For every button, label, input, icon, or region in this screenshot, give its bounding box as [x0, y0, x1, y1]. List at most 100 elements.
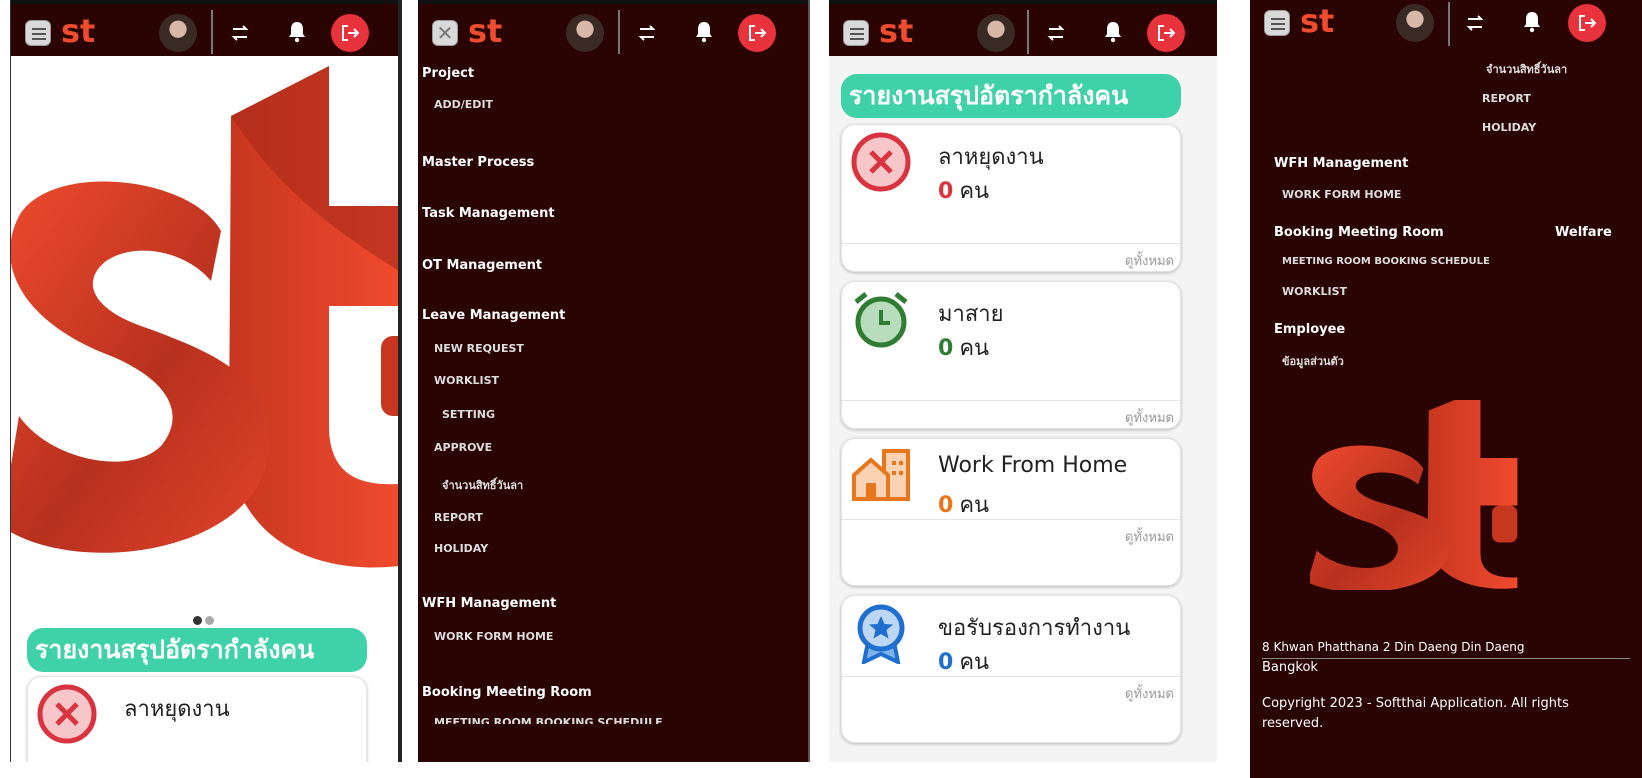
award-badge-icon — [857, 604, 905, 664]
top-bar: st — [829, 0, 1217, 56]
nav-leave-quota[interactable]: จำนวนสิทธิ์วันลา — [442, 476, 523, 494]
report-title: รายงานสรุปอัตรากำลังคน — [849, 81, 1129, 110]
footer-copyright: Copyright 2023 - Softthai Application. A… — [1262, 696, 1569, 711]
nav-booking-worklist[interactable]: WORKLIST — [1282, 285, 1347, 298]
brand-logo-text: st — [1300, 2, 1334, 40]
carousel-indicator[interactable] — [193, 610, 217, 629]
logout-icon — [342, 25, 360, 41]
nav-master-process[interactable]: Master Process — [422, 155, 534, 170]
bell-icon[interactable] — [1102, 20, 1124, 44]
alarm-clock-icon — [854, 292, 908, 348]
menu-toggle-button[interactable] — [1264, 10, 1290, 36]
nav-work-form-home[interactable]: WORK FORM HOME — [434, 630, 553, 643]
brand-logo-icon[interactable]: st — [879, 12, 929, 50]
swap-icon[interactable] — [229, 22, 251, 44]
logout-button[interactable] — [331, 14, 369, 52]
report-title: รายงานสรุปอัตรากำลังคน — [35, 635, 315, 664]
screen-report-summary: st รายงานสรุปอัตรากำลังคน ลาหยุดงาน 0 คน … — [829, 0, 1217, 762]
top-bar: st — [11, 0, 398, 56]
summary-card-certify[interactable]: ขอรับรองการทำงาน 0 คน ดูทั้งหมด — [841, 595, 1181, 743]
card-count: 0 คน — [938, 644, 989, 679]
footer-copyright-end: reserved. — [1262, 716, 1324, 731]
top-bar: st — [1250, 0, 1642, 56]
brand-logo-icon[interactable]: st — [61, 12, 111, 50]
card-unit: คน — [959, 336, 990, 361]
bell-icon[interactable] — [1521, 10, 1543, 34]
nav-worklist[interactable]: WORKLIST — [434, 374, 499, 387]
brand-logo-text: st — [61, 12, 95, 50]
menu-toggle-button[interactable] — [843, 20, 869, 46]
top-bar: ✕ st — [418, 0, 808, 56]
brand-logo-icon[interactable]: st — [1300, 2, 1350, 40]
nav-ot-management[interactable]: OT Management — [422, 258, 542, 273]
bell-icon[interactable] — [286, 20, 308, 44]
nav-work-form-home[interactable]: WORK FORM HOME — [1282, 188, 1401, 201]
view-all-link[interactable]: ดูทั้งหมด — [1125, 407, 1174, 428]
summary-card-late[interactable]: มาสาย 0 คน ดูทั้งหมด — [841, 281, 1181, 429]
card-unit: คน — [959, 493, 990, 518]
home-building-icon — [852, 449, 910, 501]
view-all-link[interactable]: ดูทั้งหมด — [1125, 683, 1174, 704]
footer-city: Bangkok — [1262, 660, 1318, 675]
swap-icon[interactable] — [636, 22, 658, 44]
avatar[interactable] — [977, 14, 1015, 52]
nav-booking-meeting-room[interactable]: Booking Meeting Room — [422, 685, 592, 700]
report-title-banner: รายงานสรุปอัตรากำลังคน — [841, 74, 1181, 118]
logout-button[interactable] — [738, 14, 776, 52]
summary-card-wfh[interactable]: Work From Home 0 คน ดูทั้งหมด — [841, 438, 1181, 586]
card-count: 0 คน — [938, 173, 989, 208]
card-footer: ดูทั้งหมด — [842, 400, 1180, 430]
avatar[interactable] — [1396, 4, 1434, 42]
nav-welfare[interactable]: Welfare — [1555, 225, 1612, 240]
nav-employee[interactable]: Employee — [1274, 322, 1345, 337]
nav-new-request[interactable]: NEW REQUEST — [434, 342, 524, 355]
nav-meeting-room-schedule[interactable]: MEETING ROOM BOOKING SCHEDULE — [1282, 256, 1490, 267]
cancel-circle-icon — [37, 684, 97, 744]
divider — [211, 10, 213, 54]
view-all-link[interactable]: ดูทั้งหมด — [1125, 526, 1174, 547]
card-footer: ดูทั้งหมด — [842, 676, 1180, 706]
card-title: Work From Home — [938, 453, 1128, 478]
card-count-value: 0 — [938, 336, 954, 361]
swap-icon[interactable] — [1045, 22, 1067, 44]
nav-meeting-room-schedule[interactable]: MEETING ROOM BOOKING SCHEDULE — [434, 716, 663, 724]
logout-button[interactable] — [1147, 14, 1185, 52]
card-title: ขอรับรองการทำงาน — [938, 616, 1131, 641]
nav-report[interactable]: REPORT — [434, 511, 483, 524]
nav-leave-management[interactable]: Leave Management — [422, 308, 565, 323]
avatar[interactable] — [566, 14, 604, 52]
nav-task-management[interactable]: Task Management — [422, 206, 555, 221]
card-footer: ดูทั้งหมด — [842, 519, 1180, 549]
nav-booking-meeting-room[interactable]: Booking Meeting Room — [1274, 225, 1444, 240]
swap-icon[interactable] — [1464, 12, 1486, 34]
carousel-dot[interactable] — [205, 616, 214, 625]
footer-divider — [1262, 658, 1630, 659]
nav-wfh-management[interactable]: WFH Management — [422, 596, 556, 611]
nav-add-edit[interactable]: ADD/EDIT — [434, 98, 493, 111]
nav-approve[interactable]: APPROVE — [434, 441, 492, 454]
nav-holiday[interactable]: HOLIDAY — [434, 542, 488, 555]
card-title: มาสาย — [938, 302, 1004, 327]
nav-report[interactable]: REPORT — [1482, 92, 1531, 105]
carousel-dot-active[interactable] — [193, 616, 202, 625]
bell-icon[interactable] — [693, 20, 715, 44]
close-menu-button[interactable]: ✕ — [432, 20, 458, 46]
summary-card-leave[interactable]: ลาหยุดงาน 0 คน ดูทั้งหมด — [841, 124, 1181, 272]
card-footer: ดูทั้งหมด — [842, 243, 1180, 273]
brand-logo-icon[interactable]: st — [468, 12, 518, 50]
hero-banner — [11, 56, 398, 596]
card-count: 0 คน — [938, 330, 989, 365]
cancel-circle-icon — [851, 132, 911, 192]
summary-card-leave[interactable]: ลาหยุดงาน — [27, 676, 367, 762]
nav-personal-info[interactable]: ข้อมูลส่วนตัว — [1282, 352, 1344, 370]
hero-logo-image — [11, 66, 398, 568]
menu-toggle-button[interactable] — [25, 20, 51, 46]
nav-setting[interactable]: SETTING — [442, 408, 495, 421]
view-all-link[interactable]: ดูทั้งหมด — [1125, 250, 1174, 271]
nav-wfh-management[interactable]: WFH Management — [1274, 156, 1408, 171]
nav-leave-quota[interactable]: จำนวนสิทธิ์วันลา — [1486, 60, 1567, 78]
avatar[interactable] — [159, 14, 197, 52]
nav-project[interactable]: Project — [422, 66, 474, 81]
logout-button[interactable] — [1568, 4, 1606, 42]
nav-holiday[interactable]: HOLIDAY — [1482, 121, 1536, 134]
